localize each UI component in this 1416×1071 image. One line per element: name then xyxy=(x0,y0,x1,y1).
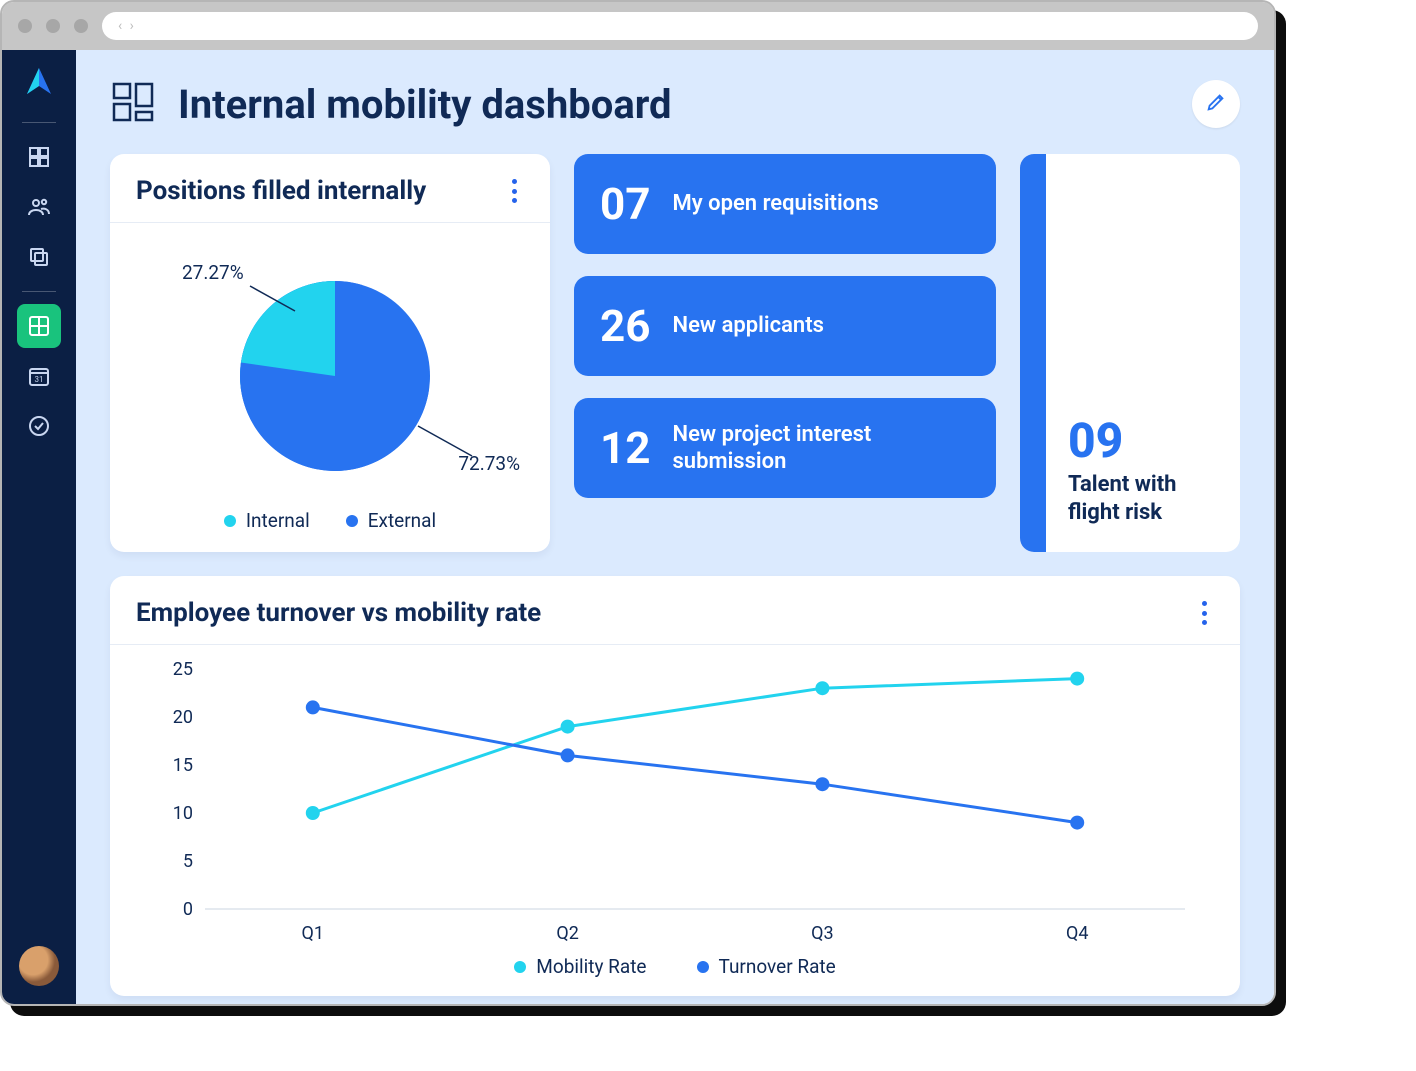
edit-button[interactable] xyxy=(1192,80,1240,128)
legend-external-label: External xyxy=(368,509,436,532)
stat-value: 07 xyxy=(600,182,651,226)
pie-legend: Internal External xyxy=(224,509,436,532)
pie-card-header: Positions filled internally xyxy=(110,154,550,223)
stat-value: 26 xyxy=(600,304,651,348)
sidebar-separator xyxy=(22,122,56,123)
line-card-body: 25 20 15 10 5 0 Q1 Q2 Q3 Q4 Mobility Rate Turnove… xyxy=(110,645,1240,996)
svg-text:25: 25 xyxy=(173,659,193,680)
user-avatar[interactable] xyxy=(19,946,59,986)
browser-titlebar: ‹ › xyxy=(2,2,1274,50)
stat-label: New project interest submission xyxy=(673,421,971,476)
line-chart: 25 20 15 10 5 0 Q1 Q2 Q3 Q4 xyxy=(136,659,1214,949)
legend-turnover-label: Turnover Rate xyxy=(719,955,836,978)
traffic-dot-max[interactable] xyxy=(74,19,88,33)
page-header-left: Internal mobility dashboard xyxy=(110,78,672,130)
url-bar[interactable]: ‹ › xyxy=(102,12,1258,40)
svg-text:20: 20 xyxy=(173,707,193,728)
pie-card-title: Positions filled internally xyxy=(136,176,426,206)
stat-column: 07 My open requisitions 26 New applicant… xyxy=(574,154,996,552)
sidebar-item-boards[interactable] xyxy=(17,304,61,348)
sidebar-item-copy[interactable] xyxy=(17,235,61,279)
grid-icon xyxy=(110,78,158,130)
svg-text:Q3: Q3 xyxy=(811,923,834,944)
line-card-title: Employee turnover vs mobility rate xyxy=(136,598,541,628)
svg-text:Q2: Q2 xyxy=(556,923,579,944)
svg-text:5: 5 xyxy=(183,851,193,872)
stat-card-projects[interactable]: 12 New project interest submission xyxy=(574,398,996,498)
metrics-row: Positions filled internally xyxy=(110,154,1240,552)
app-root: 31 Internal mobility dashboard xyxy=(2,50,1274,1004)
svg-text:10: 10 xyxy=(173,803,193,824)
sidebar-item-check[interactable] xyxy=(17,404,61,448)
sidebar-item-people[interactable] xyxy=(17,185,61,229)
page-header: Internal mobility dashboard xyxy=(110,78,1240,130)
sidebar: 31 xyxy=(2,50,76,1004)
page-title: Internal mobility dashboard xyxy=(178,81,672,128)
legend-mobility: Mobility Rate xyxy=(514,955,646,978)
dashboard-content: Internal mobility dashboard Positions fi… xyxy=(76,50,1274,1004)
line-legend: Mobility Rate Turnover Rate xyxy=(136,955,1214,978)
legend-external: External xyxy=(346,509,436,532)
legend-internal: Internal xyxy=(224,509,310,532)
legend-internal-label: Internal xyxy=(246,509,310,532)
legend-turnover: Turnover Rate xyxy=(697,955,836,978)
sidebar-item-calendar[interactable]: 31 xyxy=(17,354,61,398)
stat-card-applicants[interactable]: 26 New applicants xyxy=(574,276,996,376)
line-card: Employee turnover vs mobility rate 25 20 1… xyxy=(110,576,1240,996)
legend-mobility-label: Mobility Rate xyxy=(536,955,646,978)
pie-internal-pct: 27.27% xyxy=(182,261,244,284)
traffic-dot-close[interactable] xyxy=(18,19,32,33)
stat-value: 12 xyxy=(600,426,651,470)
pie-card: Positions filled internally xyxy=(110,154,550,552)
stat-card-requisitions[interactable]: 07 My open requisitions xyxy=(574,154,996,254)
app-logo-icon[interactable] xyxy=(21,64,57,100)
sidebar-item-dashboard[interactable] xyxy=(17,135,61,179)
flight-stripe xyxy=(1020,154,1046,552)
stat-label: New applicants xyxy=(673,312,824,340)
kebab-menu-icon[interactable] xyxy=(1194,599,1214,627)
flight-risk-card[interactable]: 09 Talent with flight risk xyxy=(1020,154,1240,552)
svg-text:15: 15 xyxy=(173,755,193,776)
kebab-menu-icon[interactable] xyxy=(504,177,524,205)
nav-arrows-icon: ‹ › xyxy=(118,18,136,34)
line-card-header: Employee turnover vs mobility rate xyxy=(110,576,1240,645)
flight-value: 09 xyxy=(1068,412,1218,469)
pencil-icon xyxy=(1205,91,1227,117)
svg-text:Q1: Q1 xyxy=(302,923,325,944)
pie-external-pct: 72.73% xyxy=(458,452,520,475)
browser-window: ‹ › 31 xyxy=(0,0,1276,1006)
svg-text:31: 31 xyxy=(35,375,44,384)
flight-body: 09 Talent with flight risk xyxy=(1046,154,1240,552)
pie-card-body: 27.27% 72.73% Internal External xyxy=(110,223,550,552)
stat-label: My open requisitions xyxy=(673,190,879,218)
sidebar-separator xyxy=(22,291,56,292)
pie-chart: 27.27% 72.73% xyxy=(140,241,520,501)
traffic-dot-min[interactable] xyxy=(46,19,60,33)
svg-text:0: 0 xyxy=(183,899,193,920)
svg-text:Q4: Q4 xyxy=(1066,923,1089,944)
flight-label: Talent with flight risk xyxy=(1068,471,1218,526)
